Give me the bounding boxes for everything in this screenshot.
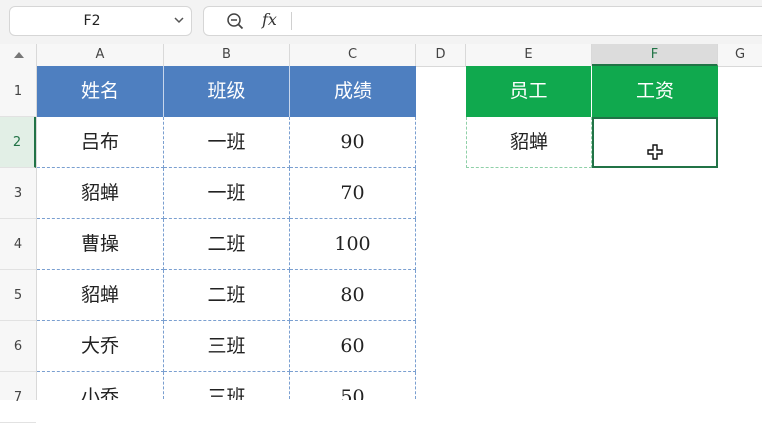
table-cell-score[interactable]: 70 bbox=[290, 168, 416, 219]
table-header-score[interactable]: 成绩 bbox=[290, 66, 416, 117]
column-header-e[interactable]: E bbox=[466, 44, 592, 66]
column-header-c[interactable]: C bbox=[290, 44, 416, 66]
table-cell-class[interactable]: 一班 bbox=[164, 168, 290, 219]
table-cell-score[interactable]: 60 bbox=[290, 321, 416, 372]
table-cell-class[interactable]: 一班 bbox=[164, 117, 290, 168]
lookup-header-employee[interactable]: 员工 bbox=[466, 66, 592, 117]
formula-separator bbox=[291, 12, 292, 30]
table-cell-name[interactable]: 小乔 bbox=[37, 372, 164, 400]
select-all-icon bbox=[14, 52, 24, 58]
table-cell-name[interactable]: 吕布 bbox=[37, 117, 164, 168]
lookup-salary-cell[interactable] bbox=[592, 117, 718, 168]
table-header-class[interactable]: 班级 bbox=[164, 66, 290, 117]
row-header-3[interactable]: 3 bbox=[0, 168, 36, 219]
table-cell-class[interactable]: 二班 bbox=[164, 219, 290, 270]
table-cell-class[interactable]: 三班 bbox=[164, 372, 290, 400]
column-header-b[interactable]: B bbox=[164, 44, 290, 66]
table-cell-class[interactable]: 二班 bbox=[164, 270, 290, 321]
name-box[interactable]: F2 bbox=[9, 6, 192, 36]
row-header-column: 1 2 3 4 5 6 7 bbox=[0, 66, 37, 423]
formula-input[interactable] bbox=[299, 9, 762, 35]
row-header-7[interactable]: 7 bbox=[0, 372, 36, 423]
column-header-d[interactable]: D bbox=[416, 44, 466, 66]
fx-icon[interactable]: fx bbox=[262, 10, 277, 29]
lookup-header-salary[interactable]: 工资 bbox=[592, 66, 718, 117]
row-header-6[interactable]: 6 bbox=[0, 321, 36, 372]
table-cell-score[interactable]: 50 bbox=[290, 372, 416, 400]
chevron-down-icon[interactable] bbox=[173, 14, 185, 26]
row-header-1[interactable]: 1 bbox=[0, 66, 36, 117]
row-header-5[interactable]: 5 bbox=[0, 270, 36, 321]
table-cell-score[interactable]: 100 bbox=[290, 219, 416, 270]
name-box-value[interactable]: F2 bbox=[10, 7, 174, 35]
column-header-f[interactable]: F bbox=[592, 44, 718, 66]
table-cell-score[interactable]: 80 bbox=[290, 270, 416, 321]
formula-box: fx bbox=[203, 6, 762, 36]
table-cell-name[interactable]: 大乔 bbox=[37, 321, 164, 372]
table-cell-name[interactable]: 貂蝉 bbox=[37, 168, 164, 219]
row-header-4[interactable]: 4 bbox=[0, 219, 36, 270]
column-header-row: A B C D E F G bbox=[0, 44, 762, 67]
lookup-employee-cell[interactable]: 貂蝉 bbox=[466, 117, 592, 168]
table-cell-class[interactable]: 三班 bbox=[164, 321, 290, 372]
select-all-corner[interactable] bbox=[0, 44, 37, 66]
column-header-g[interactable]: G bbox=[718, 44, 762, 66]
zoom-icon[interactable] bbox=[226, 12, 244, 30]
formula-bar: F2 fx bbox=[0, 0, 762, 44]
table-cell-score[interactable]: 90 bbox=[290, 117, 416, 168]
table-cell-name[interactable]: 貂蝉 bbox=[37, 270, 164, 321]
column-header-a[interactable]: A bbox=[37, 44, 164, 66]
row-header-2[interactable]: 2 bbox=[0, 117, 36, 168]
table-cell-name[interactable]: 曹操 bbox=[37, 219, 164, 270]
sheet-grid: 姓名 班级 成绩 吕布 一班 90 貂蝉 一班 70 曹操 二班 100 貂蝉 … bbox=[37, 66, 762, 400]
cell-cursor-icon bbox=[647, 144, 663, 160]
table-header-name[interactable]: 姓名 bbox=[37, 66, 164, 117]
